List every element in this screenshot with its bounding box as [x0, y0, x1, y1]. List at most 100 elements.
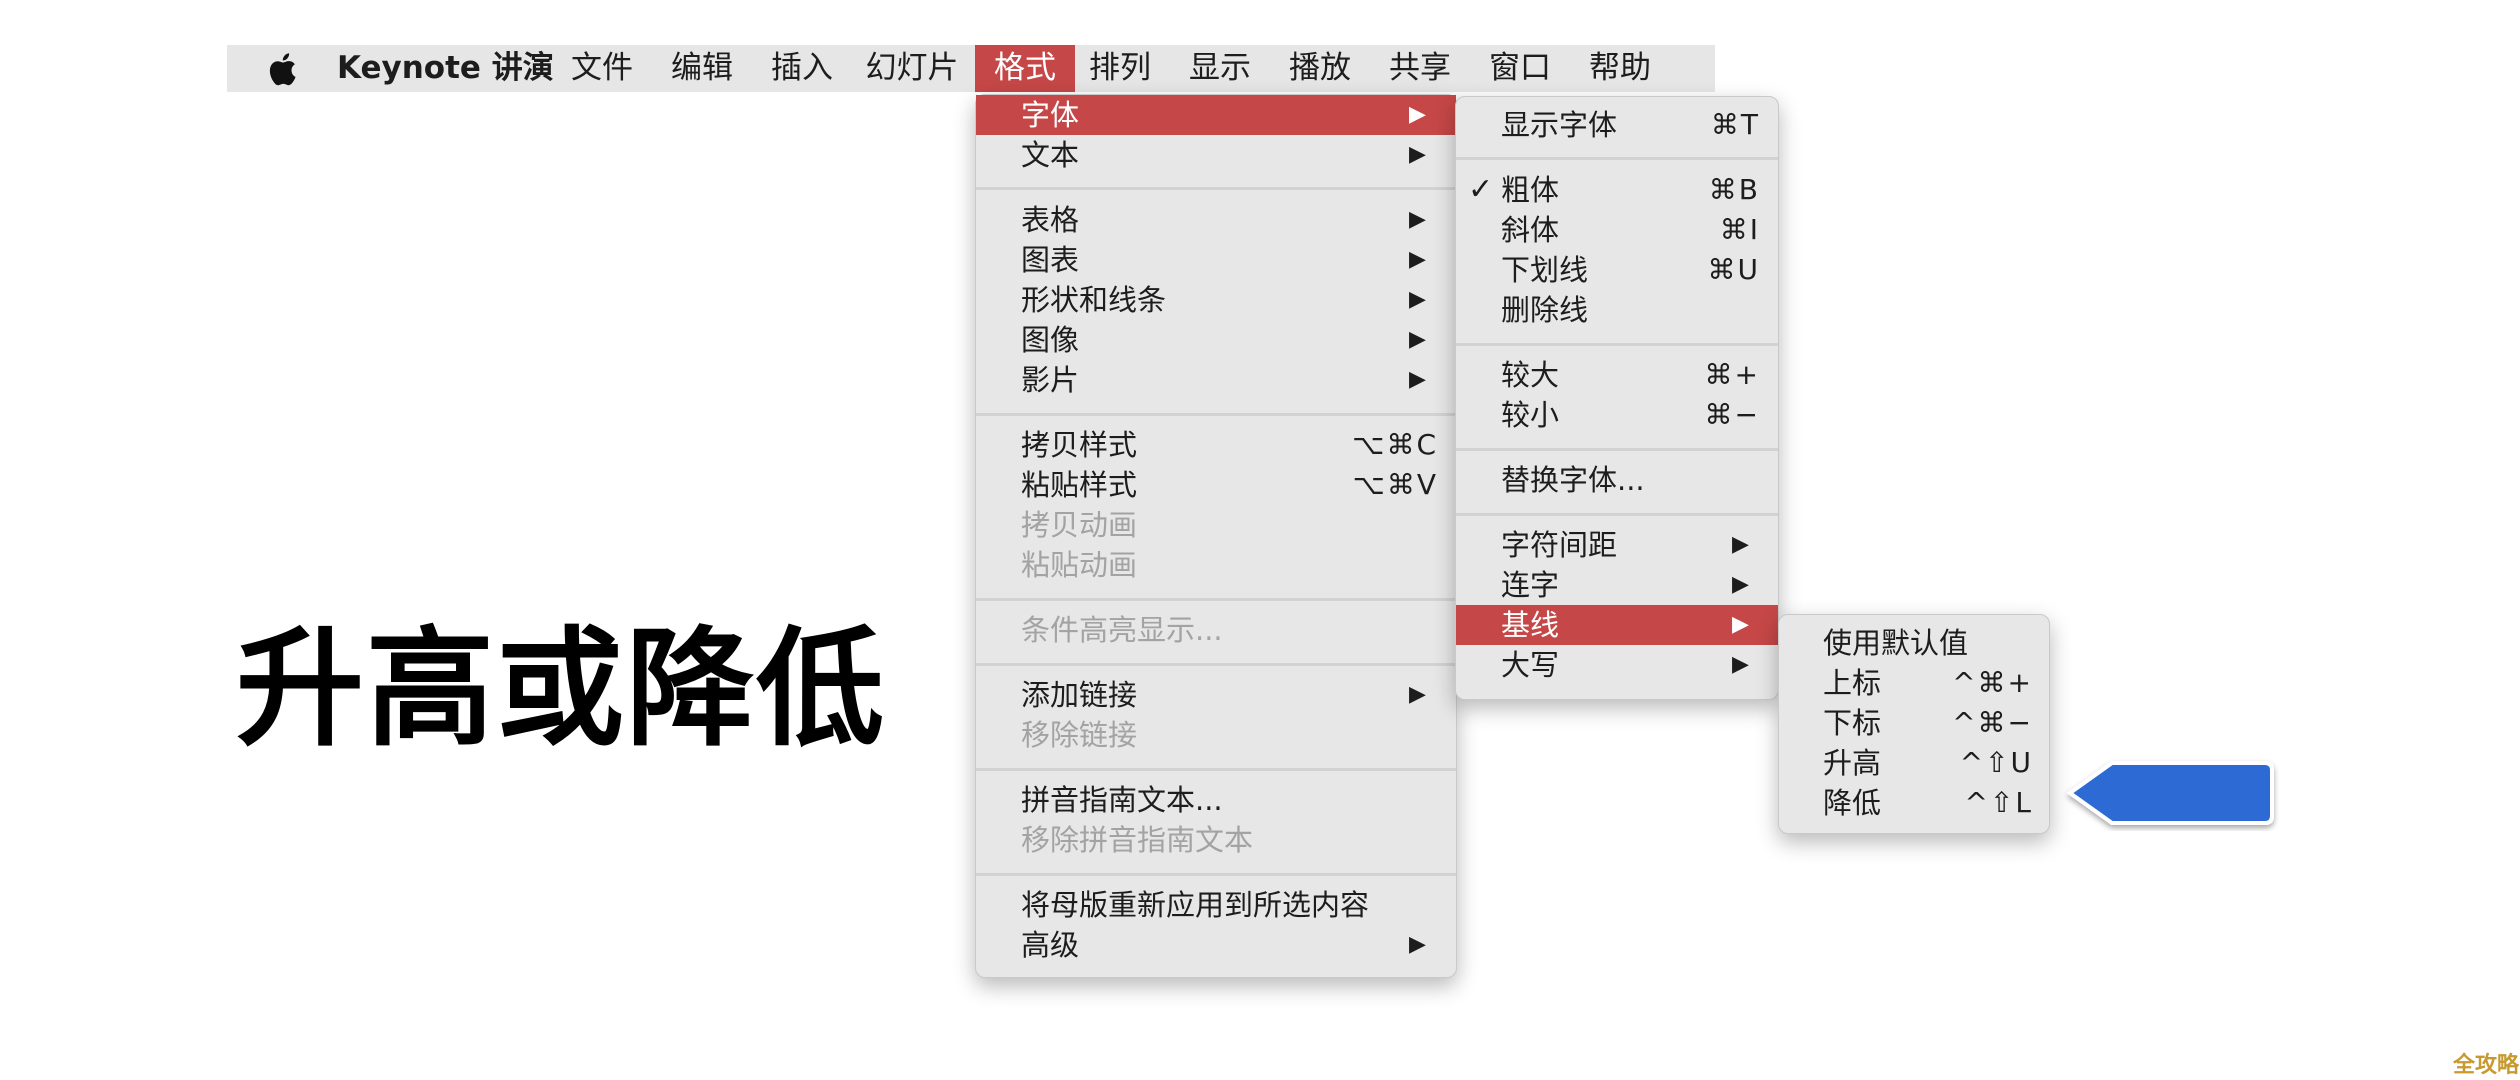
- shortcut-label: ^⇧U: [1959, 746, 2033, 779]
- submenu-arrow-icon: ▶: [1409, 207, 1426, 232]
- menu-item-label: 图像: [1021, 323, 1080, 357]
- menu-item-label: 粘贴样式: [1021, 468, 1138, 502]
- menu-separator: [1456, 513, 1778, 516]
- format-item-movie[interactable]: 影片 ▶: [976, 360, 1456, 400]
- font-item-bigger[interactable]: 较大 ⌘+: [1456, 355, 1778, 395]
- menu-help[interactable]: 帮助: [1580, 45, 1660, 92]
- font-item-baseline[interactable]: 基线 ▶: [1456, 605, 1778, 645]
- menu-insert[interactable]: 插入: [762, 45, 842, 92]
- menu-item-label: 粘贴动画: [1021, 548, 1138, 582]
- menu-item-label: 字体: [1021, 98, 1080, 132]
- menu-slide[interactable]: 幻灯片: [857, 45, 967, 92]
- menu-format[interactable]: 格式: [975, 45, 1075, 92]
- submenu-arrow-icon: ▶: [1732, 572, 1749, 597]
- menu-separator: [1456, 448, 1778, 451]
- format-item-reapply-master[interactable]: 将母版重新应用到所选内容: [976, 885, 1456, 925]
- submenu-arrow-icon: ▶: [1732, 532, 1749, 557]
- blue-pointer-arrow-icon: [2066, 761, 2274, 825]
- submenu-arrow-icon: ▶: [1409, 142, 1426, 167]
- menu-item-label: 降低: [1823, 786, 1882, 820]
- shortcut-label: ^⇧L: [1964, 786, 2033, 819]
- format-item-add-link[interactable]: 添加链接 ▶: [976, 675, 1456, 715]
- format-item-paste-animation: 粘贴动画: [976, 545, 1456, 585]
- baseline-item-subscript[interactable]: 下标 ^⌘−: [1779, 703, 2049, 743]
- menu-item-label: 移除链接: [1021, 718, 1138, 752]
- baseline-submenu: 使用默认值 上标 ^⌘+ 下标 ^⌘− 升高 ^⇧U 降低 ^⇧L: [1778, 614, 2050, 834]
- format-item-image[interactable]: 图像 ▶: [976, 320, 1456, 360]
- shortcut-label: ⌥⌘V: [1352, 468, 1438, 501]
- menu-item-label: 影片: [1021, 363, 1080, 397]
- menu-play[interactable]: 播放: [1280, 45, 1360, 92]
- menu-item-label: 移除拼音指南文本: [1021, 823, 1254, 857]
- menu-window[interactable]: 窗口: [1480, 45, 1560, 92]
- menu-item-label: 使用默认值: [1823, 626, 1969, 660]
- menu-item-label: 文本: [1021, 138, 1080, 172]
- format-item-shapes[interactable]: 形状和线条 ▶: [976, 280, 1456, 320]
- menu-item-label: 高级: [1021, 928, 1080, 962]
- shortcut-label: ^⌘−: [1952, 706, 2033, 739]
- watermark-logo: 全攻略: [2453, 1053, 2520, 1078]
- format-item-font[interactable]: 字体 ▶: [976, 95, 1456, 135]
- menu-separator: [1456, 343, 1778, 346]
- submenu-arrow-icon: ▶: [1409, 287, 1426, 312]
- font-item-replace-fonts[interactable]: 替换字体...: [1456, 460, 1778, 500]
- menu-separator: [976, 873, 1456, 876]
- baseline-item-lower[interactable]: 降低 ^⇧L: [1779, 783, 2049, 823]
- menu-separator: [976, 187, 1456, 190]
- font-item-bold[interactable]: ✓ 粗体 ⌘B: [1456, 170, 1778, 210]
- checkmark-icon: ✓: [1468, 172, 1494, 207]
- menu-item-label: 粗体: [1501, 173, 1560, 207]
- format-item-table[interactable]: 表格 ▶: [976, 200, 1456, 240]
- menu-item-label: 上标: [1823, 666, 1882, 700]
- menu-item-label: 连字: [1501, 568, 1560, 602]
- format-item-paste-style[interactable]: 粘贴样式 ⌥⌘V: [976, 465, 1456, 505]
- submenu-arrow-icon: ▶: [1409, 247, 1426, 272]
- menu-item-label: 大写: [1501, 648, 1560, 682]
- menu-item-label: 显示字体: [1501, 108, 1618, 142]
- menu-view[interactable]: 显示: [1180, 45, 1260, 92]
- menu-item-label: 下标: [1823, 706, 1882, 740]
- font-item-smaller[interactable]: 较小 ⌘−: [1456, 395, 1778, 435]
- format-item-text[interactable]: 文本 ▶: [976, 135, 1456, 175]
- menu-separator: [1456, 157, 1778, 160]
- baseline-item-superscript[interactable]: 上标 ^⌘+: [1779, 663, 2049, 703]
- menu-edit[interactable]: 编辑: [662, 45, 742, 92]
- menu-item-label: 斜体: [1501, 213, 1560, 247]
- illustration-title: 升高或降低: [236, 585, 886, 770]
- menu-item-label: 替换字体...: [1501, 463, 1645, 497]
- baseline-item-raise[interactable]: 升高 ^⇧U: [1779, 743, 2049, 783]
- menu-item-label: 拼音指南文本...: [1021, 783, 1223, 817]
- submenu-arrow-icon: ▶: [1409, 327, 1426, 352]
- format-item-copy-style[interactable]: 拷贝样式 ⌥⌘C: [976, 425, 1456, 465]
- submenu-arrow-icon: ▶: [1409, 102, 1426, 127]
- menu-keynote[interactable]: Keynote 讲演: [337, 45, 554, 92]
- font-item-show-fonts[interactable]: 显示字体 ⌘T: [1456, 105, 1778, 145]
- menu-arrange[interactable]: 排列: [1080, 45, 1160, 92]
- menu-file[interactable]: 文件: [562, 45, 642, 92]
- format-item-chart[interactable]: 图表 ▶: [976, 240, 1456, 280]
- baseline-item-default[interactable]: 使用默认值: [1779, 623, 2049, 663]
- menu-bar: Keynote 讲演 文件 编辑 插入 幻灯片 格式 排列 显示 播放 共享 窗…: [227, 45, 1715, 92]
- menu-separator: [976, 663, 1456, 666]
- apple-logo-icon[interactable]: [267, 50, 303, 88]
- font-submenu: 显示字体 ⌘T ✓ 粗体 ⌘B 斜体 ⌘I 下划线 ⌘U 删除线 较大 ⌘+ 较…: [1455, 96, 1779, 700]
- menu-item-label: 表格: [1021, 203, 1080, 237]
- font-item-underline[interactable]: 下划线 ⌘U: [1456, 250, 1778, 290]
- shortcut-label: ⌘U: [1707, 253, 1760, 286]
- menu-share[interactable]: 共享: [1380, 45, 1460, 92]
- font-item-ligatures[interactable]: 连字 ▶: [1456, 565, 1778, 605]
- menu-item-label: 字符间距: [1501, 528, 1618, 562]
- format-item-advanced[interactable]: 高级 ▶: [976, 925, 1456, 965]
- menu-item-label: 条件高亮显示...: [1021, 613, 1223, 647]
- submenu-arrow-icon: ▶: [1409, 932, 1426, 957]
- illustration-title-text: 升高或降低: [236, 615, 887, 764]
- font-item-strikethrough[interactable]: 删除线: [1456, 290, 1778, 330]
- font-item-italic[interactable]: 斜体 ⌘I: [1456, 210, 1778, 250]
- shortcut-label: ⌘+: [1704, 358, 1760, 391]
- format-item-ruby-text[interactable]: 拼音指南文本...: [976, 780, 1456, 820]
- menu-item-label: 较小: [1501, 398, 1560, 432]
- font-item-capitalization[interactable]: 大写 ▶: [1456, 645, 1778, 685]
- font-item-character-spacing[interactable]: 字符间距 ▶: [1456, 525, 1778, 565]
- shortcut-label: ⌘T: [1710, 108, 1760, 141]
- menu-item-label: 将母版重新应用到所选内容: [1021, 888, 1370, 922]
